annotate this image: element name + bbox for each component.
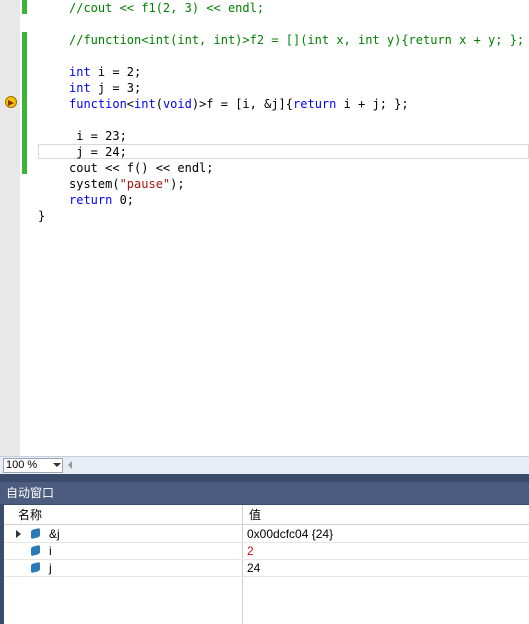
code-text: i = 2; — [90, 65, 142, 79]
variable-name: i — [49, 544, 52, 558]
change-bar — [22, 0, 27, 14]
code-editor[interactable]: //cout << f1(2, 3) << endl; //function<i… — [0, 0, 529, 456]
variable-name: j — [49, 561, 52, 575]
indicator-margin[interactable] — [0, 0, 20, 456]
code-text: system( — [69, 177, 120, 191]
code-text: ( — [155, 97, 163, 111]
breakpoint-current-icon[interactable] — [5, 96, 17, 108]
scroll-left-icon[interactable] — [68, 461, 72, 469]
code-text: < — [126, 97, 135, 111]
table-row[interactable]: i 2 — [4, 543, 529, 560]
variable-icon — [31, 544, 40, 557]
variable-icon — [31, 561, 40, 574]
keyword: return — [293, 97, 337, 111]
variable-icon — [31, 527, 40, 540]
column-header-value[interactable]: 值 — [249, 505, 261, 525]
code-line-8[interactable]: cout << f() << endl; — [69, 160, 214, 176]
variable-name: &j — [49, 527, 60, 541]
code-text: 0; — [112, 193, 135, 207]
code-line-6[interactable]: i = 23; — [69, 128, 127, 144]
change-bar — [22, 32, 27, 174]
code-line-5[interactable]: function<int(void)>f = [i, &j]{return i … — [69, 96, 409, 112]
variable-value[interactable]: 0x00dcfc04 {24} — [247, 526, 333, 542]
zoom-combobox[interactable]: 100 % — [3, 458, 63, 473]
code-line-2[interactable]: //function<int(int, int)>f2 = [](int x, … — [69, 32, 524, 48]
autos-window: 自动窗口 名称 值 &j 0x00dcfc04 {24} i 2 j 24 — [0, 474, 529, 624]
string-literal: "pause" — [119, 177, 171, 191]
code-line-3[interactable]: int i = 2; — [69, 64, 141, 80]
chevron-down-icon[interactable] — [53, 463, 61, 467]
code-line-11[interactable]: } — [38, 208, 45, 224]
variable-value[interactable]: 2 — [247, 543, 254, 559]
table-row[interactable]: j 24 — [4, 560, 529, 577]
variable-value[interactable]: 24 — [247, 560, 260, 576]
code-line-7[interactable]: j = 24; — [69, 144, 127, 160]
autos-window-title[interactable]: 自动窗口 — [0, 482, 529, 504]
code-text: j = 3; — [90, 81, 142, 95]
grid-header: 名称 值 — [4, 505, 529, 525]
code-line-10[interactable]: return 0; — [69, 192, 134, 208]
code-line-1[interactable]: //cout << f1(2, 3) << endl; — [69, 0, 264, 16]
keyword: int — [69, 81, 91, 95]
zoom-value: 100 % — [6, 459, 38, 471]
keyword: void — [162, 97, 192, 111]
keyword: return — [69, 193, 113, 207]
code-text: ); — [170, 177, 185, 191]
code-text: i + j; }; — [336, 97, 409, 111]
code-line-9[interactable]: system("pause"); — [69, 176, 185, 192]
code-text: )>f = [i, &j]{ — [191, 97, 294, 111]
keyword: function — [69, 97, 127, 111]
keyword: int — [69, 65, 91, 79]
code-line-4[interactable]: int j = 3; — [69, 80, 141, 96]
autos-grid[interactable]: 名称 值 &j 0x00dcfc04 {24} i 2 j 24 — [4, 505, 529, 624]
expand-arrow-icon[interactable] — [16, 530, 21, 538]
table-row[interactable]: &j 0x00dcfc04 {24} — [4, 526, 529, 543]
keyword: int — [134, 97, 156, 111]
editor-status-bar: 100 % — [0, 456, 529, 474]
column-header-name[interactable]: 名称 — [18, 505, 42, 525]
